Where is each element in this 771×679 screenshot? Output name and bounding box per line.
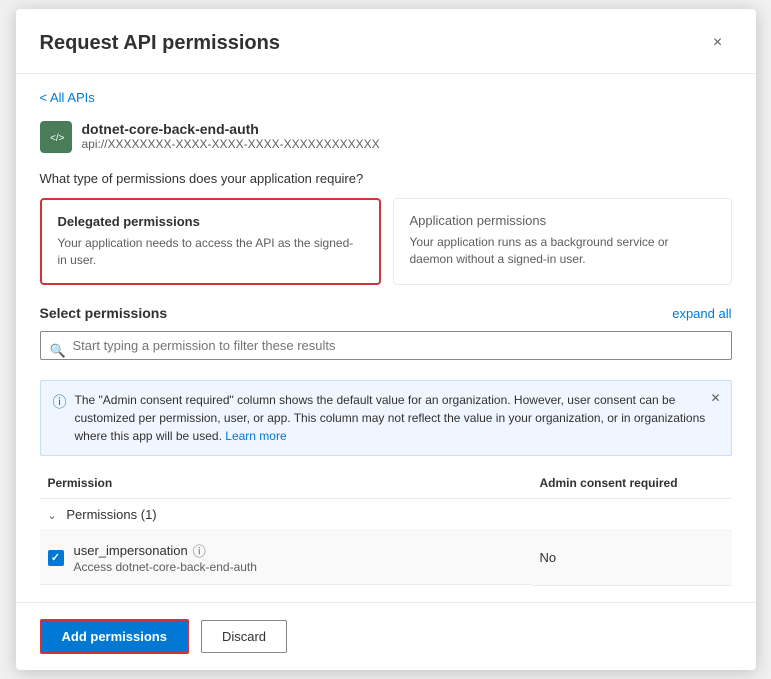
close-button[interactable]: × <box>704 29 732 57</box>
dialog-footer: Add permissions Discard <box>16 602 756 670</box>
admin-consent-value: No <box>532 531 732 586</box>
api-name: dotnet-core-back-end-auth <box>82 121 380 137</box>
learn-more-link[interactable]: Learn more <box>225 429 286 443</box>
dialog-title: Request API permissions <box>40 32 280 55</box>
back-link[interactable]: < All APIs <box>40 90 95 105</box>
application-permissions-title: Application permissions <box>410 213 715 228</box>
permissions-table: Permission Admin consent required ⌄ Perm… <box>40 468 732 586</box>
checkbox-check-icon: ✓ <box>51 551 60 564</box>
col-admin-consent: Admin consent required <box>532 468 732 499</box>
permission-name-cell: ✓ user_impersonation ⓘ Access dotnet-cor… <box>40 531 532 585</box>
permission-types-container: Delegated permissions Your application n… <box>40 198 732 285</box>
table-row: ✓ user_impersonation ⓘ Access dotnet-cor… <box>40 531 732 586</box>
discard-button[interactable]: Discard <box>201 620 287 653</box>
api-uri: api://XXXXXXXX-XXXX-XXXX-XXXX-XXXXXXXXXX… <box>82 137 380 151</box>
search-input[interactable] <box>40 331 732 360</box>
select-permissions-label: Select permissions <box>40 305 168 321</box>
select-permissions-header: Select permissions expand all <box>40 305 732 321</box>
search-wrapper: 🔍 <box>40 331 732 370</box>
dialog-body: < All APIs </> dotnet-core-back-end-auth… <box>16 74 756 601</box>
info-icon: ⓘ <box>53 392 67 412</box>
delegated-permissions-card[interactable]: Delegated permissions Your application n… <box>40 198 381 285</box>
api-icon: </> <box>40 121 72 153</box>
svg-text:</>: </> <box>50 133 65 144</box>
delegated-permissions-desc: Your application needs to access the API… <box>58 235 363 269</box>
permission-group-label: ⌄ Permissions (1) <box>40 499 732 531</box>
permission-description: Access dotnet-core-back-end-auth <box>74 560 257 574</box>
api-logo-icon: </> <box>47 128 65 146</box>
api-info: </> dotnet-core-back-end-auth api://XXXX… <box>40 121 732 153</box>
api-details: dotnet-core-back-end-auth api://XXXXXXXX… <box>82 121 380 151</box>
table-header-row: Permission Admin consent required <box>40 468 732 499</box>
dialog-header: Request API permissions × <box>16 9 756 74</box>
delegated-permissions-title: Delegated permissions <box>58 214 363 229</box>
col-permission: Permission <box>40 468 532 499</box>
add-permissions-button[interactable]: Add permissions <box>40 619 189 654</box>
permission-name: user_impersonation <box>74 543 188 558</box>
user-impersonation-checkbox[interactable]: ✓ <box>48 550 64 566</box>
info-circle-icon: ⓘ <box>193 541 206 560</box>
application-permissions-desc: Your application runs as a background se… <box>410 234 715 268</box>
expand-all-link[interactable]: expand all <box>672 306 731 321</box>
checkbox-cell: ✓ user_impersonation ⓘ Access dotnet-cor… <box>48 541 257 574</box>
permission-details: user_impersonation ⓘ Access dotnet-core-… <box>74 541 257 574</box>
info-banner-close[interactable]: ✕ <box>708 389 722 407</box>
chevron-down-icon: ⌄ <box>48 509 57 522</box>
info-banner-text: The "Admin consent required" column show… <box>75 391 719 445</box>
application-permissions-card[interactable]: Application permissions Your application… <box>393 198 732 285</box>
info-banner: ⓘ The "Admin consent required" column sh… <box>40 380 732 456</box>
perm-name-row: user_impersonation ⓘ <box>74 541 257 560</box>
permission-group-row[interactable]: ⌄ Permissions (1) <box>40 499 732 531</box>
permission-type-question: What type of permissions does your appli… <box>40 171 732 186</box>
request-api-permissions-dialog: Request API permissions × < All APIs </>… <box>16 9 756 669</box>
